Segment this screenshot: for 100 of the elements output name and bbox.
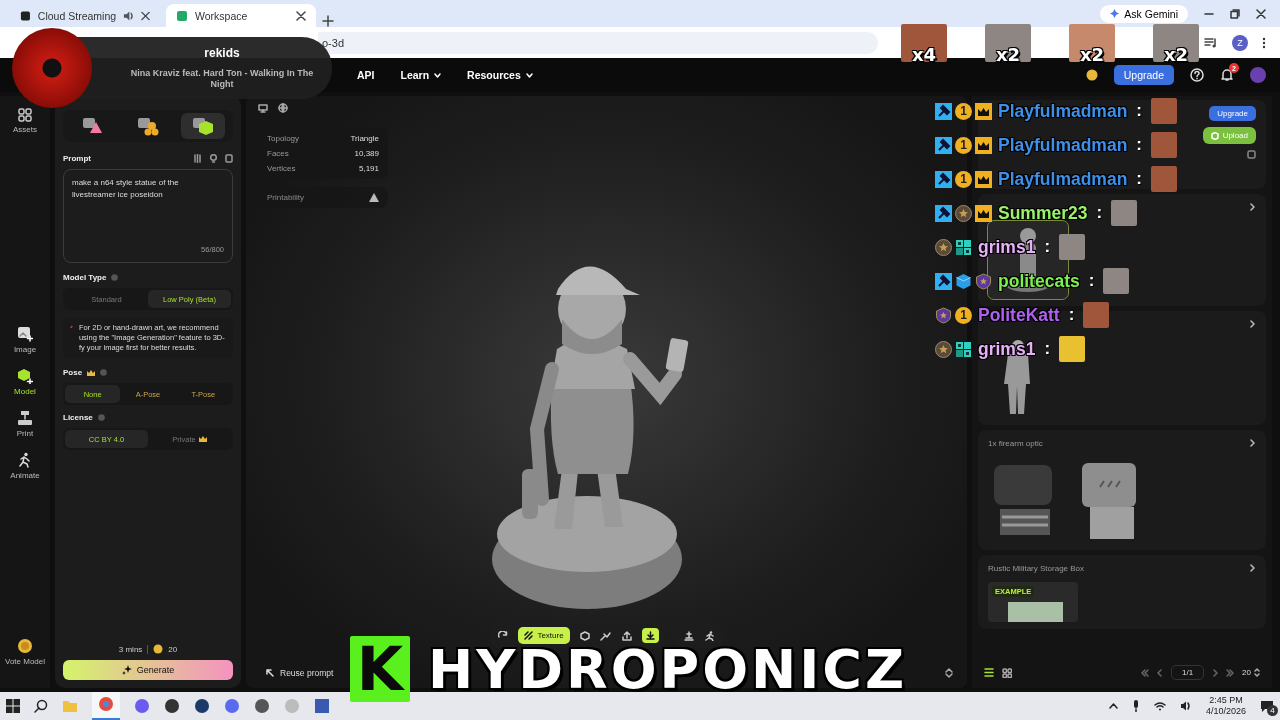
chat-username: grims1 <box>978 236 1036 258</box>
globe-icon[interactable] <box>278 103 288 113</box>
search-icon[interactable] <box>34 699 48 713</box>
refresh-icon[interactable] <box>498 630 509 641</box>
chat-username: PoliteKatt <box>978 304 1060 326</box>
grid-icon[interactable] <box>1002 667 1012 678</box>
section-label: Model Type <box>63 273 107 282</box>
chat-separator: : <box>1136 169 1143 189</box>
previous-page-icon[interactable] <box>1156 668 1163 677</box>
profile-avatar[interactable]: Z <box>1232 34 1248 51</box>
wifi-icon[interactable] <box>1153 701 1166 711</box>
rail-item[interactable]: Model <box>14 368 36 396</box>
rail-item[interactable]: Print <box>16 410 34 438</box>
favicon-icon <box>176 9 188 22</box>
rail-item[interactable]: Image <box>13 326 37 354</box>
favicon-icon <box>20 9 31 22</box>
chat-separator: : <box>1136 101 1143 121</box>
bell-icon[interactable] <box>1220 68 1234 82</box>
close-icon[interactable] <box>140 10 150 21</box>
stat-label: Vertices <box>267 164 296 173</box>
bulb-icon[interactable] <box>210 154 217 163</box>
stat-label: Printability <box>267 193 304 202</box>
close-icon[interactable] <box>296 10 306 21</box>
page-field[interactable]: 1/1 <box>1170 665 1205 680</box>
page-size-select[interactable]: 20 <box>1242 668 1260 677</box>
og-badge-icon <box>955 238 972 256</box>
cube-icon[interactable] <box>579 630 590 641</box>
menu-dots-icon[interactable] <box>1262 36 1266 49</box>
download-button[interactable] <box>641 628 659 643</box>
nav-link[interactable]: Learn <box>400 69 442 81</box>
running-figure-icon[interactable] <box>704 630 715 641</box>
browser-tab[interactable]: Workspace <box>166 4 316 27</box>
app-icon[interactable] <box>254 698 270 714</box>
playlist-icon[interactable] <box>1204 36 1218 49</box>
user-avatar[interactable] <box>1250 67 1266 83</box>
microphone-icon[interactable] <box>1131 700 1140 712</box>
emote-count: x2 <box>1079 46 1105 64</box>
monitor-icon[interactable] <box>258 103 268 113</box>
help-icon[interactable] <box>1190 68 1204 82</box>
checkbox-icon[interactable] <box>1247 150 1256 159</box>
upgrade-button[interactable]: Upgrade <box>1209 106 1256 121</box>
chat-separator: : <box>1136 135 1143 155</box>
browser-icon[interactable] <box>98 696 114 712</box>
asset-card[interactable] <box>978 194 1266 306</box>
window-close-icon[interactable] <box>1256 8 1266 19</box>
chat-username: grims1 <box>978 338 1036 360</box>
start-icon[interactable] <box>6 699 20 713</box>
browser-tab[interactable]: Cloud Streaming <box>10 4 160 27</box>
export-icon[interactable] <box>621 630 632 641</box>
star-badge-icon <box>955 204 972 222</box>
asset-card[interactable]: 1x firearm optic <box>978 430 1266 550</box>
chevron-right-icon[interactable] <box>1250 203 1256 211</box>
chat-username: Summer23 <box>998 202 1088 224</box>
image-to-spheres-icon <box>137 116 159 136</box>
rail-item[interactable]: Animate <box>10 452 40 480</box>
first-page-icon[interactable] <box>1140 668 1149 677</box>
chevron-up-icon[interactable] <box>1108 703 1118 709</box>
speaker-icon[interactable] <box>1179 701 1192 711</box>
texture-button[interactable]: Texture <box>518 627 570 644</box>
chevron-right-icon[interactable] <box>1250 564 1256 572</box>
nav-link[interactable]: Resources <box>467 69 533 81</box>
caret-icon <box>434 72 442 78</box>
ask-gemini-button[interactable]: Ask Gemini <box>1100 4 1188 23</box>
restore-icon[interactable] <box>1230 8 1240 19</box>
compare-icon[interactable] <box>193 154 202 163</box>
info-icon <box>97 414 105 422</box>
card-title: Rustic Military Storage Box <box>988 563 1085 573</box>
shield-badge-icon <box>935 306 952 324</box>
sort-icon[interactable] <box>945 668 953 678</box>
nav-link[interactable]: API <box>357 69 375 81</box>
app-icon[interactable] <box>164 698 180 714</box>
arrow-up-left-icon <box>266 669 274 677</box>
address-field[interactable]: o-3d <box>318 31 878 54</box>
grid-icon <box>18 108 32 122</box>
running-figure-icon <box>17 452 33 468</box>
chat-username: Playfulmadman <box>998 100 1128 122</box>
brush-icon[interactable] <box>599 630 612 641</box>
list-icon[interactable] <box>984 668 994 677</box>
app-icon[interactable] <box>314 698 330 714</box>
mode-tab[interactable] <box>180 113 225 139</box>
reuse-prompt-button[interactable]: Reuse prompt <box>260 667 340 679</box>
new-tab-icon[interactable] <box>322 15 334 27</box>
last-page-icon[interactable] <box>1226 668 1235 677</box>
chevron-right-icon[interactable] <box>1250 320 1256 328</box>
track-label: rekids <box>204 46 240 61</box>
image-to-cone-icon <box>82 116 105 136</box>
speaker-icon[interactable] <box>123 9 134 22</box>
rail-item[interactable]: Assets <box>13 108 37 134</box>
app-icon[interactable] <box>194 698 210 714</box>
chevron-right-icon[interactable] <box>1250 439 1256 447</box>
stat-label: Topology <box>267 134 300 143</box>
section-label: License <box>63 413 93 423</box>
chat-separator: : <box>1088 271 1095 291</box>
next-page-icon[interactable] <box>1212 668 1219 677</box>
pedestal-icon[interactable] <box>682 630 695 641</box>
generate-button[interactable]: Generate <box>63 660 233 680</box>
sparkle-icon <box>1110 9 1120 18</box>
book-icon[interactable] <box>225 154 233 163</box>
upgrade-button[interactable]: Upgrade <box>1113 65 1174 85</box>
rail-item[interactable]: Vote Model <box>5 638 45 666</box>
